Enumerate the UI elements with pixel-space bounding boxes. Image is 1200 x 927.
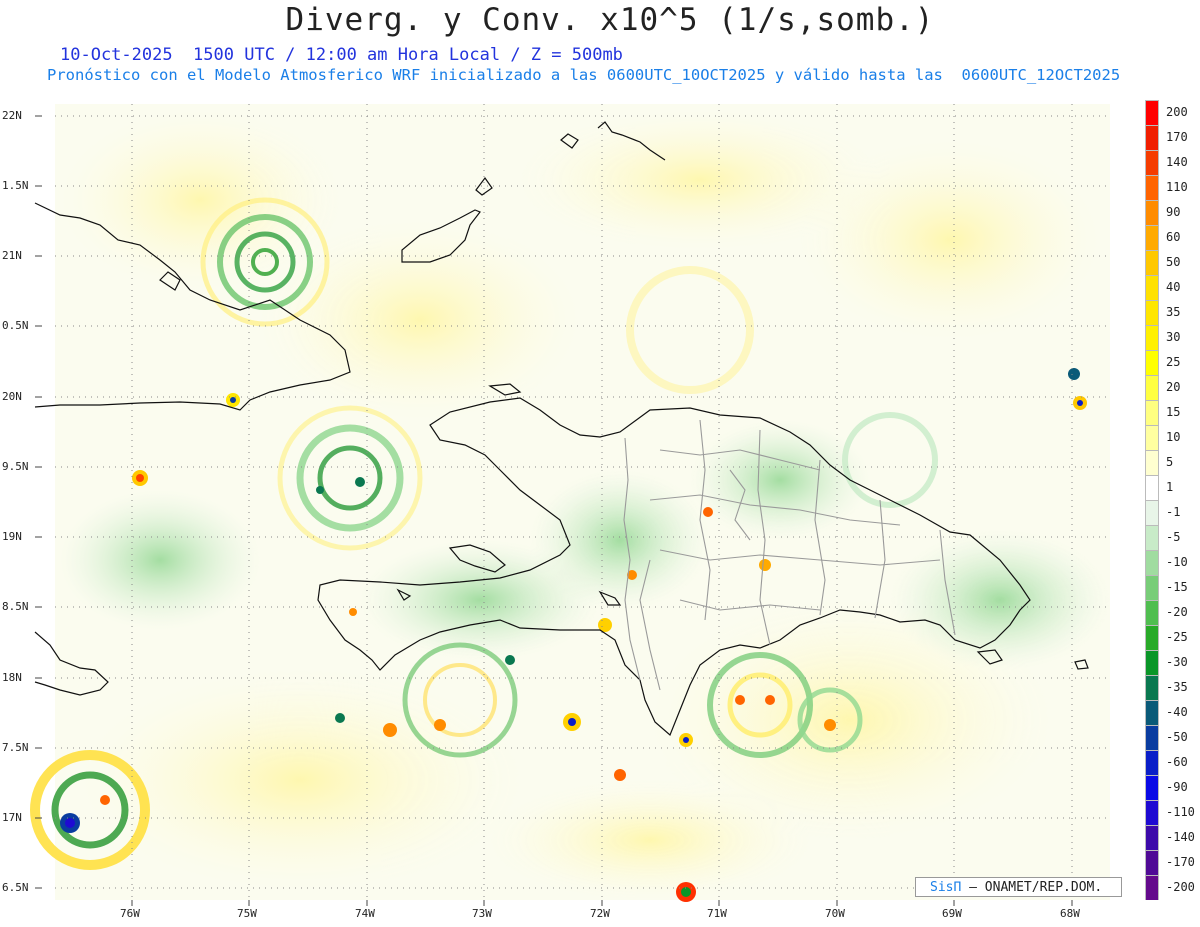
colorbar-swatch: [1145, 100, 1159, 125]
colorbar-swatch: [1145, 125, 1159, 150]
colorbar-swatch: [1145, 450, 1159, 475]
colorbar-label: 10: [1166, 429, 1181, 444]
colorbar-label: -200: [1166, 879, 1195, 894]
colorbar-label: 60: [1166, 229, 1181, 244]
colorbar-swatch: [1145, 150, 1159, 175]
colorbar: [1145, 100, 1161, 900]
colorbar-swatch: [1145, 225, 1159, 250]
sispi-logo: SisΠ: [930, 880, 962, 895]
colorbar-label: -60: [1166, 754, 1188, 769]
lon-label: 69W: [942, 907, 962, 920]
colorbar-label: -140: [1166, 829, 1195, 844]
colorbar-label: 15: [1166, 404, 1181, 419]
colorbar-swatch: [1145, 800, 1159, 825]
colorbar-swatch: [1145, 350, 1159, 375]
colorbar-label: -25: [1166, 629, 1188, 644]
map-canvas: [30, 104, 1140, 906]
colorbar-label: -50: [1166, 729, 1188, 744]
colorbar-label: -1: [1166, 504, 1181, 519]
colorbar-label: -170: [1166, 854, 1195, 869]
lat-label: 21N: [2, 249, 22, 262]
colorbar-label: 1: [1166, 479, 1174, 494]
lat-label: 20N: [2, 390, 22, 403]
lat-label: 18N: [2, 671, 22, 684]
colorbar-label: 110: [1166, 179, 1188, 194]
colorbar-swatch: [1145, 625, 1159, 650]
colorbar-label: -5: [1166, 529, 1181, 544]
colorbar-swatch: [1145, 825, 1159, 850]
lon-label: 68W: [1060, 907, 1080, 920]
colorbar-swatch: [1145, 575, 1159, 600]
colorbar-label: 35: [1166, 304, 1181, 319]
lat-label: 7.5N: [2, 741, 29, 754]
lat-label: 0.5N: [2, 319, 29, 332]
model-subtitle: Pronóstico con el Modelo Atmosferico WRF…: [47, 66, 1121, 84]
colorbar-swatch: [1145, 500, 1159, 525]
colorbar-swatch: [1145, 600, 1159, 625]
colorbar-label: -20: [1166, 604, 1188, 619]
forecast-time-subtitle: 10-Oct-2025 1500 UTC / 12:00 am Hora Loc…: [60, 45, 623, 65]
colorbar-label: -110: [1166, 804, 1195, 819]
lat-label: 1.5N: [2, 179, 29, 192]
colorbar-swatch: [1145, 400, 1159, 425]
lon-label: 70W: [825, 907, 845, 920]
colorbar-swatch: [1145, 300, 1159, 325]
colorbar-swatch: [1145, 650, 1159, 675]
lat-label: 6.5N: [2, 881, 29, 894]
lat-label: 9.5N: [2, 460, 29, 473]
lat-label: 19N: [2, 530, 22, 543]
colorbar-swatch: [1145, 525, 1159, 550]
lon-label: 76W: [120, 907, 140, 920]
colorbar-label: 140: [1166, 154, 1188, 169]
colorbar-swatch: [1145, 475, 1159, 500]
colorbar-swatch: [1145, 775, 1159, 800]
colorbar-swatch: [1145, 325, 1159, 350]
colorbar-label: 90: [1166, 204, 1181, 219]
lat-label: 22N: [2, 109, 22, 122]
colorbar-swatch: [1145, 700, 1159, 725]
colorbar-label: 20: [1166, 379, 1181, 394]
colorbar-label: -90: [1166, 779, 1188, 794]
colorbar-label: -15: [1166, 579, 1188, 594]
credit-text: – ONAMET/REP.DOM.: [969, 880, 1103, 895]
colorbar-swatch: [1145, 275, 1159, 300]
lon-label: 75W: [237, 907, 257, 920]
colorbar-label: 170: [1166, 129, 1188, 144]
colorbar-label: -40: [1166, 704, 1188, 719]
lon-label: 73W: [472, 907, 492, 920]
colorbar-label: 30: [1166, 329, 1181, 344]
credit-box: SisΠ – ONAMET/REP.DOM.: [915, 877, 1122, 897]
lon-label: 71W: [707, 907, 727, 920]
colorbar-label: 200: [1166, 104, 1188, 119]
colorbar-label: 40: [1166, 279, 1181, 294]
lon-label: 74W: [355, 907, 375, 920]
lat-label: 8.5N: [2, 600, 29, 613]
colorbar-swatch: [1145, 550, 1159, 575]
colorbar-label: 50: [1166, 254, 1181, 269]
colorbar-swatch: [1145, 850, 1159, 875]
colorbar-label: -10: [1166, 554, 1188, 569]
lon-label: 72W: [590, 907, 610, 920]
colorbar-swatch: [1145, 175, 1159, 200]
colorbar-swatch: [1145, 875, 1159, 900]
colorbar-swatch: [1145, 250, 1159, 275]
chart-title: Diverg. y Conv. x10^5 (1/s,somb.): [285, 2, 935, 38]
colorbar-swatch: [1145, 750, 1159, 775]
colorbar-swatch: [1145, 375, 1159, 400]
colorbar-label: -30: [1166, 654, 1188, 669]
colorbar-label: 5: [1166, 454, 1174, 469]
colorbar-label: -35: [1166, 679, 1188, 694]
colorbar-swatch: [1145, 675, 1159, 700]
colorbar-swatch: [1145, 425, 1159, 450]
colorbar-swatch: [1145, 725, 1159, 750]
colorbar-swatch: [1145, 200, 1159, 225]
lat-label: 17N: [2, 811, 22, 824]
colorbar-label: 25: [1166, 354, 1181, 369]
